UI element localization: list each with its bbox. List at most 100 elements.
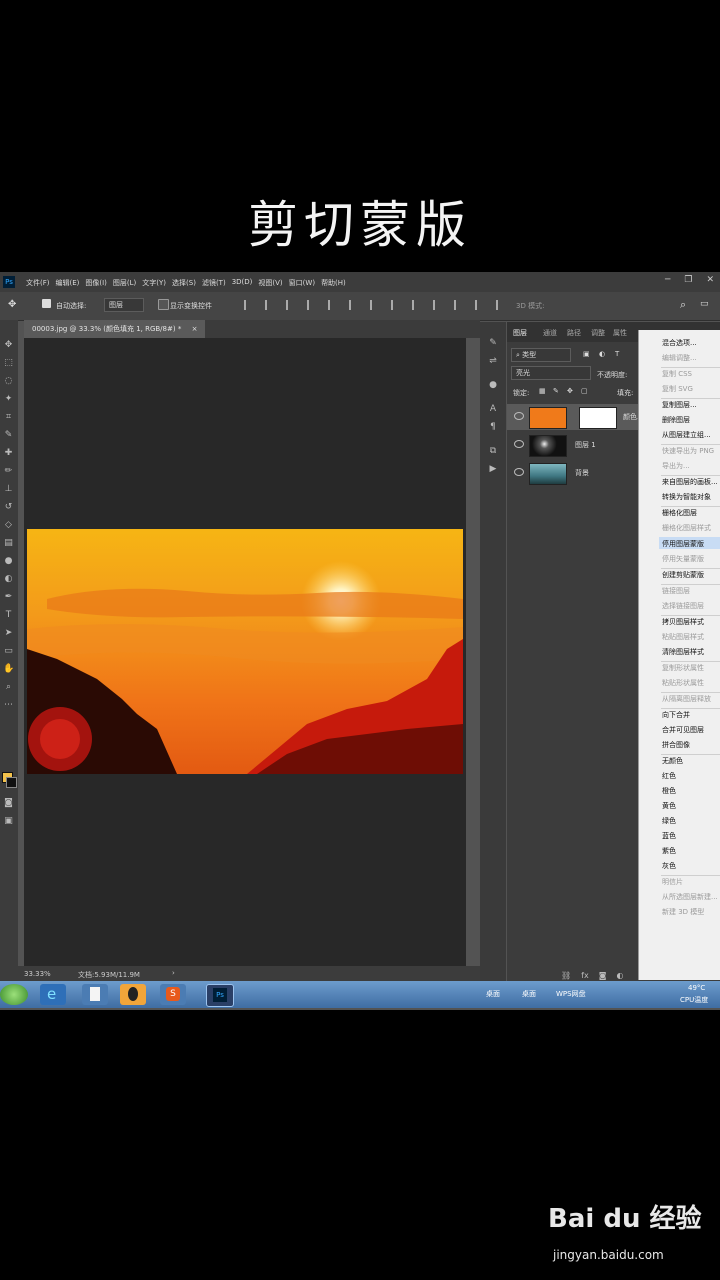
context-menu-item[interactable]: 混合选项... — [662, 338, 697, 348]
auto-align-icon[interactable] — [496, 300, 506, 310]
canvas-area[interactable] — [24, 338, 466, 966]
context-menu-item[interactable]: 绿色 — [662, 816, 676, 826]
context-menu-item[interactable]: 无颜色 — [662, 756, 683, 766]
context-menu-item[interactable]: 栅格化图层 — [662, 508, 697, 518]
context-menu-item[interactable]: 拼合图像 — [662, 740, 690, 750]
show-transform-checkbox[interactable] — [158, 299, 169, 310]
align-right-icon[interactable] — [286, 300, 296, 310]
tab-adjustments[interactable]: 调整 — [591, 328, 605, 338]
adjust-panel-icon[interactable]: ⇌ — [488, 356, 498, 366]
tray-desktop-2[interactable]: 桌面 — [522, 989, 536, 999]
eraser-icon[interactable]: ◇ — [3, 520, 14, 531]
lock-pixels-icon[interactable]: ▦ — [539, 387, 546, 395]
menu-type[interactable]: 文字(Y) — [142, 278, 166, 288]
close-icon[interactable]: ✕ — [706, 275, 714, 285]
layer-style-icon[interactable]: fx — [581, 971, 589, 980]
move-icon[interactable]: ✥ — [3, 340, 14, 351]
menu-filter[interactable]: 滤镜(T) — [202, 278, 226, 288]
workspace-icon[interactable]: ▭ — [700, 299, 709, 309]
context-menu-item[interactable]: 清除图层样式 — [662, 647, 704, 657]
context-menu-item[interactable]: 删除图层 — [662, 415, 690, 425]
filter-pixel-icon[interactable]: ▣ — [583, 350, 590, 358]
menu-edit[interactable]: 编辑(E) — [56, 278, 80, 288]
ie-browser-icon[interactable]: e — [40, 984, 66, 1005]
actions-panel-icon[interactable]: ▶ — [488, 464, 498, 474]
swatches-panel-icon[interactable]: ● — [488, 380, 498, 390]
auto-select-dropdown[interactable]: 图层 — [104, 298, 144, 312]
align-top-icon[interactable] — [307, 300, 317, 310]
tray-desktop-1[interactable]: 桌面 — [486, 989, 500, 999]
tab-properties[interactable]: 属性 — [613, 328, 627, 338]
menu-view[interactable]: 视图(V) — [258, 278, 282, 288]
background-color-swatch[interactable] — [6, 777, 17, 788]
shape-icon[interactable]: ▭ — [3, 646, 14, 657]
crop-icon[interactable]: ⌗ — [3, 412, 14, 423]
context-menu-item[interactable]: 拷贝图层样式 — [662, 617, 704, 627]
distribute-2-icon[interactable] — [391, 300, 401, 310]
context-menu-item[interactable]: 橙色 — [662, 786, 676, 796]
tab-layers[interactable]: 图层 — [513, 328, 527, 338]
clone-source-icon[interactable]: ⧉ — [488, 446, 498, 456]
layer-mask-thumbnail[interactable] — [579, 407, 617, 429]
lock-paint-icon[interactable]: ✎ — [553, 387, 559, 395]
zoom-icon[interactable]: ⌕ — [3, 682, 14, 693]
menu-help[interactable]: 帮助(H) — [321, 278, 346, 288]
visibility-eye-icon[interactable] — [514, 440, 524, 448]
auto-select-checkbox[interactable] — [42, 299, 51, 308]
lasso-icon[interactable]: ◌ — [3, 376, 14, 387]
link-layers-icon[interactable]: ⛓ — [561, 971, 571, 980]
menu-file[interactable]: 文件(F) — [26, 278, 50, 288]
tray-wps[interactable]: WPS网盘 — [556, 989, 586, 999]
maximize-icon[interactable]: ❐ — [684, 275, 692, 285]
healing-icon[interactable]: ✚ — [3, 448, 14, 459]
hand-icon[interactable]: ✋ — [3, 664, 14, 675]
align-vcenter-icon[interactable] — [328, 300, 338, 310]
canvas-image[interactable] — [27, 529, 463, 774]
dodge-icon[interactable]: ◐ — [3, 574, 14, 585]
context-menu-item[interactable]: 创建剪贴蒙版 — [662, 570, 704, 580]
align-hcenter-icon[interactable] — [265, 300, 275, 310]
distribute-3-icon[interactable] — [412, 300, 422, 310]
qq-icon[interactable] — [120, 984, 146, 1005]
menu-select[interactable]: 选择(S) — [172, 278, 196, 288]
close-tab-icon[interactable]: × — [192, 325, 198, 333]
eyedropper-icon[interactable]: ✎ — [3, 430, 14, 441]
status-arrow-icon[interactable]: › — [172, 969, 175, 977]
start-button[interactable] — [0, 984, 28, 1005]
magic-wand-icon[interactable]: ✦ — [3, 394, 14, 405]
menu-window[interactable]: 窗口(W) — [289, 278, 315, 288]
new-adjustment-icon[interactable]: ◐ — [616, 971, 623, 980]
layer-filter-dropdown[interactable]: ⌕ 类型 — [511, 348, 571, 362]
menu-3d[interactable]: 3D(D) — [232, 278, 253, 288]
menu-layer[interactable]: 图层(L) — [113, 278, 136, 288]
sogou-icon[interactable]: S — [160, 984, 186, 1005]
screen-mode-icon[interactable]: ▣ — [3, 816, 14, 827]
visibility-eye-icon[interactable] — [514, 468, 524, 476]
context-menu-item[interactable]: 来自图层的画板... — [662, 477, 718, 487]
move-tool-icon[interactable]: ✥ — [8, 299, 16, 310]
tab-paths[interactable]: 路径 — [567, 328, 581, 338]
more-tools-icon[interactable]: ⋯ — [3, 700, 14, 711]
context-menu-item[interactable]: 灰色 — [662, 861, 676, 871]
context-menu-item[interactable]: 蓝色 — [662, 831, 676, 841]
context-menu-item[interactable]: 红色 — [662, 771, 676, 781]
zoom-readout[interactable]: 33.33% — [24, 970, 51, 978]
blend-mode-dropdown[interactable]: 亮光 — [511, 366, 591, 380]
context-menu-item[interactable]: 从图层建立组... — [662, 430, 711, 440]
distribute-6-icon[interactable] — [475, 300, 485, 310]
context-menu-item[interactable]: 黄色 — [662, 801, 676, 811]
align-left-icon[interactable] — [244, 300, 254, 310]
doc-info[interactable]: 文档:5.93M/11.9M — [78, 970, 140, 980]
context-menu-item[interactable]: 向下合并 — [662, 710, 690, 720]
tab-channels[interactable]: 通道 — [543, 328, 557, 338]
filter-adjust-icon[interactable]: ◐ — [599, 350, 605, 358]
photoshop-taskbar-icon[interactable]: Ps — [206, 984, 234, 1007]
align-bottom-icon[interactable] — [349, 300, 359, 310]
file-icon[interactable] — [82, 984, 108, 1005]
menu-image[interactable]: 图像(I) — [85, 278, 107, 288]
pen-icon[interactable]: ✒ — [3, 592, 14, 603]
quick-mask-icon[interactable]: ◙ — [3, 798, 14, 809]
path-select-icon[interactable]: ➤ — [3, 628, 14, 639]
stamp-icon[interactable]: ⊥ — [3, 484, 14, 495]
blur-icon[interactable]: ● — [3, 556, 14, 567]
